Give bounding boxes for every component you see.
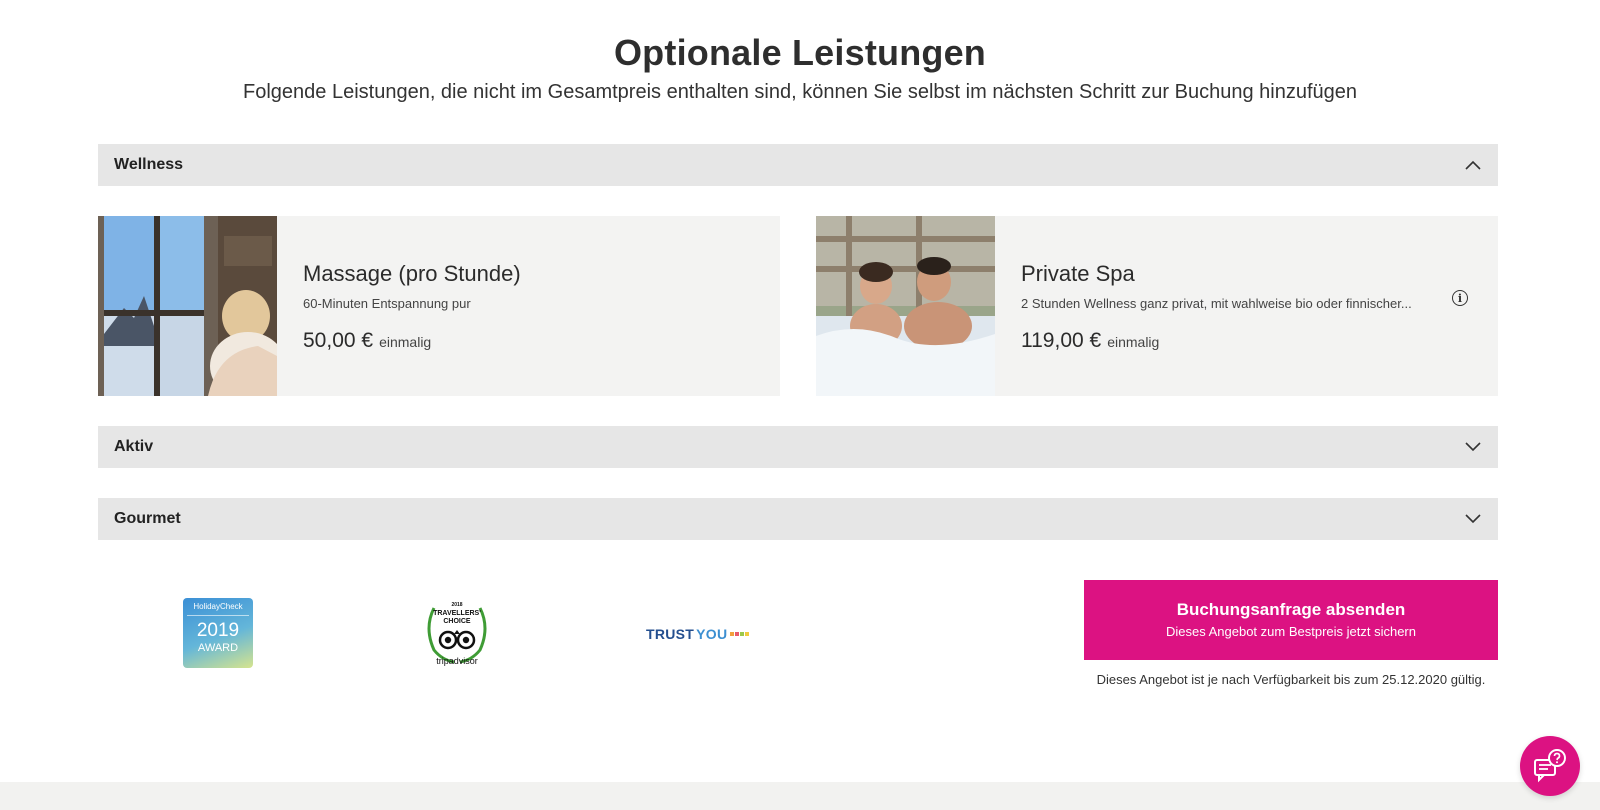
page-header: Optionale Leistungen Folgende Leistungen… — [0, 30, 1600, 106]
section-label: Gourmet — [114, 510, 181, 527]
cta-sub-label: Dieses Angebot zum Bestpreis jetzt siche… — [1165, 624, 1416, 639]
card-description: 60-Minuten Entspannung pur — [303, 295, 471, 311]
holidaycheck-award: AWARD — [197, 642, 239, 654]
card-title: Private Spa — [1021, 260, 1135, 286]
trustyou-logo: TRUST YOU — [646, 626, 750, 642]
info-icon[interactable]: i — [1452, 290, 1468, 306]
card-title: Massage (pro Stunde) — [303, 260, 521, 286]
holidaycheck-year: 2019 — [196, 620, 240, 641]
section-aktiv-toggle[interactable]: Aktiv — [98, 426, 1498, 468]
section-label: Aktiv — [114, 438, 154, 455]
card-body: Private Spa 2 Stunden Wellness ganz priv… — [995, 216, 1498, 396]
card-price: 119,00 € — [1021, 328, 1102, 352]
service-card-private-spa[interactable]: Private Spa 2 Stunden Wellness ganz priv… — [816, 216, 1498, 396]
trustyou-dots-icon — [730, 632, 750, 636]
help-chat-button[interactable] — [1520, 736, 1580, 796]
holidaycheck-brand: HolidayCheck — [187, 602, 249, 616]
section-gourmet-toggle[interactable]: Gourmet — [98, 498, 1498, 540]
submit-booking-request-button[interactable]: Buchungsanfrage absenden Dieses Angebot … — [1084, 580, 1498, 660]
price-row: 119,00 € einmalig — [1021, 329, 1472, 353]
trustyou-trust: TRUST — [646, 626, 695, 642]
card-frequency: einmalig — [1107, 333, 1160, 350]
section-label: Wellness — [114, 156, 184, 173]
service-card-massage[interactable]: Massage (pro Stunde) 60-Minuten Entspann… — [98, 216, 780, 396]
card-description: 2 Stunden Wellness ganz privat, mit wahl… — [1021, 295, 1412, 311]
massage-image — [98, 216, 277, 396]
price-row: 50,00 € einmalig — [303, 329, 754, 353]
card-price: 50,00 € — [303, 328, 374, 352]
chevron-down-icon — [1464, 438, 1482, 456]
section-wellness-toggle[interactable]: Wellness — [98, 144, 1498, 186]
card-frequency: einmalig — [379, 333, 432, 350]
card-body: Massage (pro Stunde) 60-Minuten Entspann… — [277, 216, 780, 396]
page-subtitle: Folgende Leistungen, die nicht im Gesamt… — [243, 81, 1357, 103]
tripadvisor-brand: tripadvisor — [436, 656, 478, 666]
footer-strip — [0, 782, 1600, 810]
page-title: Optionale Leistungen — [613, 32, 986, 73]
chevron-down-icon — [1464, 510, 1482, 528]
tripadvisor-choice: TRAVELLERS' CHOICE — [433, 610, 481, 625]
cta-main-label: Buchungsanfrage absenden — [1176, 600, 1406, 619]
tripadvisor-badge: 2018 TRAVELLERS' CHOICE tripadvisor — [420, 598, 494, 668]
trustyou-you: YOU — [696, 626, 728, 642]
tripadvisor-year: 2018 — [451, 602, 463, 608]
offer-validity-note: Dieses Angebot ist je nach Verfügbarkeit… — [1096, 672, 1486, 687]
help-chat-icon — [1534, 749, 1566, 783]
private-spa-image — [816, 216, 995, 396]
chevron-up-icon — [1464, 156, 1482, 174]
holidaycheck-award-badge: HolidayCheck 2019 AWARD — [183, 598, 253, 668]
